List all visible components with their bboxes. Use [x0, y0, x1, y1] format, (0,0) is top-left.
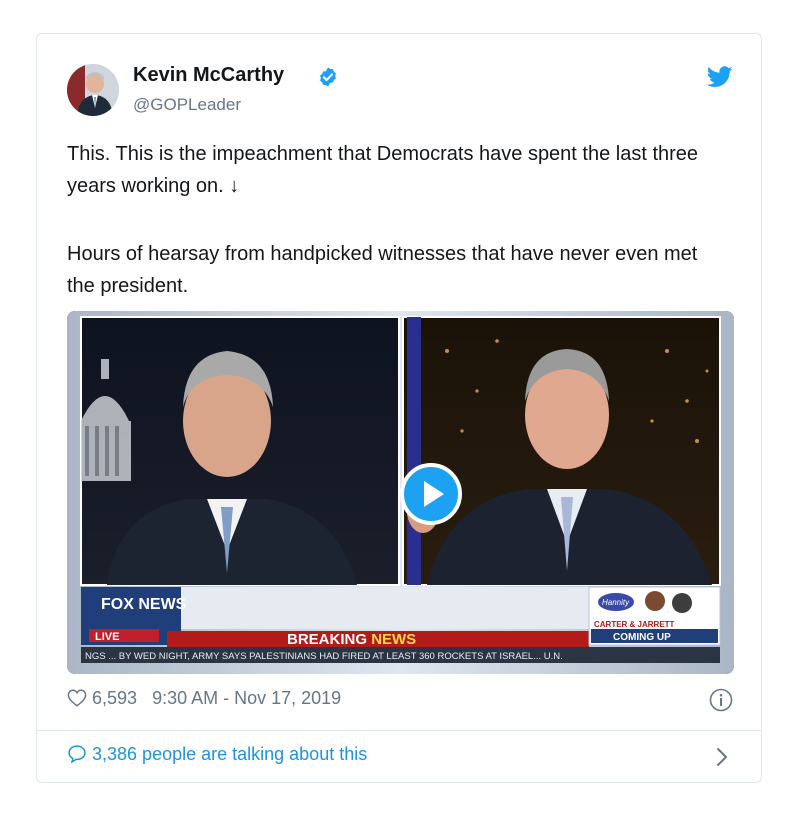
news-word: NEWS [371, 631, 416, 648]
conversation-link[interactable]: 3,386 people are talking about this [67, 744, 367, 765]
breaking-word: BREAKING [287, 631, 367, 648]
promo-subtitle: COMING UP [613, 632, 671, 643]
avatar[interactable] [67, 64, 119, 116]
news-ticker: NGS ... BY WED NIGHT, ARMY SAYS PALESTIN… [85, 651, 563, 662]
tweet-text-paragraph-2: Hours of hearsay from handpicked witness… [67, 243, 698, 297]
info-icon[interactable] [709, 688, 733, 712]
divider [37, 730, 761, 731]
network-logo: FOX NEWS [101, 596, 187, 613]
timestamp[interactable]: 9:30 AM - Nov 17, 2019 [152, 688, 341, 708]
tweet-meta: 6,593 9:30 AM - Nov 17, 2019 [67, 688, 341, 709]
verified-badge-icon [320, 67, 336, 87]
author-handle[interactable]: @GOPLeader [133, 95, 241, 115]
video-player[interactable]: FOX NEWS LIVE BREAKING NEWS Hannity CART… [67, 311, 734, 674]
speech-bubble-icon [68, 745, 86, 764]
chevron-right-icon[interactable] [715, 747, 729, 767]
author-name[interactable]: Kevin McCarthy [133, 64, 284, 87]
avatar-image [67, 64, 119, 116]
tweet-text-paragraph-1: This. This is the impeachment that Democ… [67, 143, 699, 197]
twitter-bird-icon[interactable] [707, 66, 733, 88]
tweet-card: Kevin McCarthy @GOPLeader This. This is … [36, 33, 762, 783]
breaking-label: BREAKING NEWS [287, 631, 416, 648]
promo-show: Hannity [602, 598, 630, 607]
live-label: LIVE [95, 631, 119, 643]
like-count[interactable]: 6,593 [92, 688, 137, 708]
conversation-label[interactable]: 3,386 people are talking about this [92, 744, 367, 764]
play-icon[interactable] [400, 463, 462, 525]
promo-title: CARTER & JARRETT [594, 620, 675, 629]
heart-icon[interactable] [67, 689, 87, 707]
